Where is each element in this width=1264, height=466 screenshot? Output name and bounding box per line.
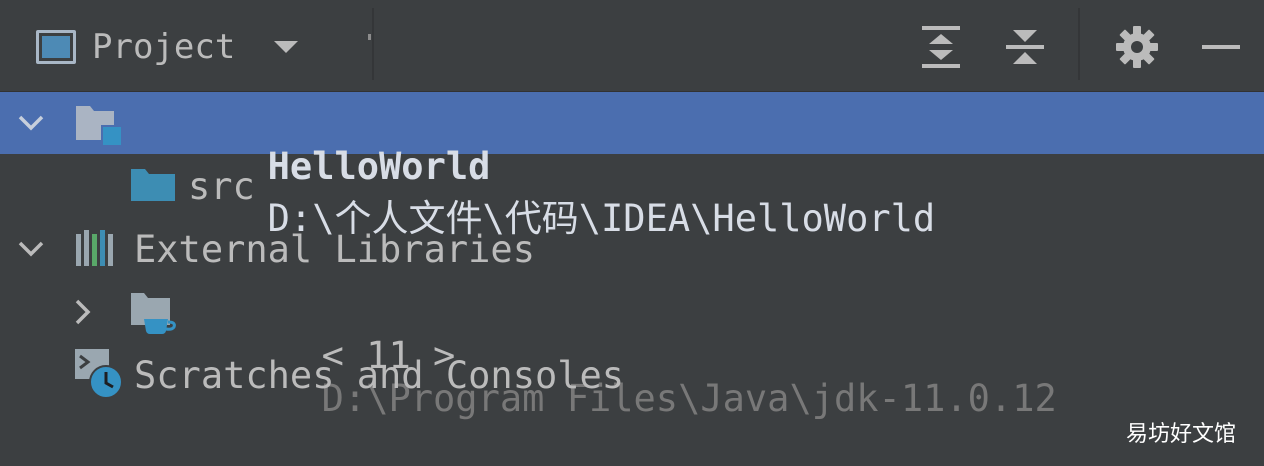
project-toolbar: Project bbox=[0, 0, 1264, 93]
tree-row-jdk[interactable]: < 11 > D:\Program Files\Java\jdk-11.0.12 bbox=[0, 281, 1264, 420]
watermark: 易坊好文馆 bbox=[1125, 422, 1236, 447]
libraries-icon bbox=[76, 230, 113, 266]
minimize-icon[interactable] bbox=[1196, 22, 1246, 72]
expand-arrow-icon[interactable] bbox=[16, 234, 46, 264]
tree-row-src[interactable]: src bbox=[0, 155, 1264, 217]
tree-row-scratches[interactable]: Scratches and Consoles bbox=[0, 344, 1264, 406]
project-window-icon bbox=[36, 30, 76, 64]
tree-item-label: src bbox=[188, 165, 255, 208]
collapse-all-icon[interactable] bbox=[1000, 22, 1050, 72]
tree-row-helloworld[interactable]: HelloWorld D:\个人文件\代码\IDEA\HelloWorld bbox=[0, 92, 1264, 240]
toolbar-divider bbox=[372, 8, 374, 80]
jdk-folder-icon bbox=[131, 293, 176, 334]
expand-arrow-icon[interactable] bbox=[16, 108, 46, 138]
tree-row-external-libraries[interactable]: External Libraries bbox=[0, 218, 1264, 280]
project-title: Project bbox=[92, 27, 236, 67]
module-folder-icon bbox=[76, 106, 123, 147]
tree-item-label: Scratches and Consoles bbox=[134, 354, 625, 397]
collapsed-arrow-icon[interactable] bbox=[68, 297, 98, 327]
scratches-icon bbox=[75, 349, 123, 399]
source-folder-icon bbox=[131, 169, 175, 201]
gear-icon[interactable] bbox=[1112, 22, 1162, 72]
tree-item-label: External Libraries bbox=[134, 228, 535, 271]
expand-all-icon[interactable] bbox=[916, 22, 966, 72]
toolbar-divider bbox=[368, 34, 371, 40]
project-view-selector[interactable]: Project bbox=[36, 22, 299, 72]
toolbar-divider bbox=[1078, 8, 1080, 80]
dropdown-chevron-icon[interactable] bbox=[273, 39, 299, 55]
